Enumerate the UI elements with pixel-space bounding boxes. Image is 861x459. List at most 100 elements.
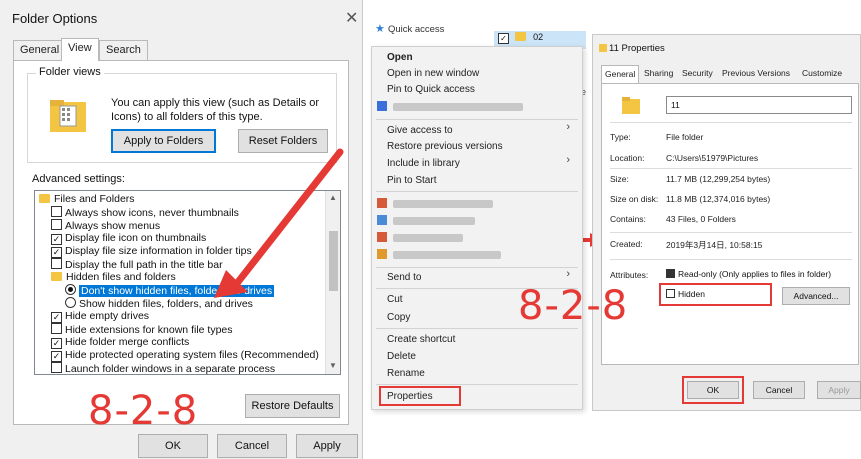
tree-checkbox-option[interactable]: ✓ Hide folder merge conflicts — [51, 336, 189, 349]
folder-views-description: You can apply this view (such as Details… — [111, 97, 320, 123]
tab-general[interactable]: General — [601, 65, 640, 84]
tree-checkbox-option[interactable]: Hide extensions for known file types — [51, 323, 233, 336]
quick-access-item[interactable]: ★ Quick access — [375, 22, 444, 35]
tree-option-label: Files and Folders — [54, 193, 135, 205]
location-label: Location: — [610, 153, 645, 163]
checkbox-icon[interactable] — [51, 258, 62, 269]
tree-checkbox-option[interactable]: Launch folder windows in a separate proc… — [51, 362, 276, 375]
ok-button[interactable]: OK — [138, 434, 208, 458]
menu-item-create-shortcut[interactable]: Create shortcut — [387, 332, 455, 348]
blurred-menu-item[interactable] — [377, 101, 537, 113]
contains-label: Contains: — [610, 214, 646, 224]
tab-search[interactable]: Search — [99, 40, 148, 60]
readonly-checkbox[interactable] — [666, 269, 675, 278]
menu-item-delete[interactable]: Delete — [387, 349, 416, 365]
tree-option-label: Display file size information in folder … — [65, 245, 252, 257]
tab-sharing[interactable]: Sharing — [641, 65, 676, 83]
tree-checkbox-option[interactable]: Display the full path in the title bar — [51, 258, 223, 271]
scroll-up-icon[interactable]: ▲ — [329, 193, 337, 202]
checkbox-icon[interactable] — [51, 219, 62, 230]
readonly-checkbox-row[interactable]: Read-only (Only applies to files in fold… — [666, 269, 831, 279]
menu-separator — [376, 384, 578, 385]
tab-view[interactable]: View — [61, 38, 99, 61]
checkbox-icon[interactable]: ✓ — [51, 312, 62, 323]
tree-option-label: Show hidden files, folders, and drives — [79, 298, 253, 310]
apply-button[interactable]: Apply — [296, 434, 358, 458]
apply-to-folders-button[interactable]: Apply to Folders — [111, 129, 216, 153]
checkbox-icon[interactable] — [51, 323, 62, 334]
tree-checkbox-option[interactable]: ✓ Hide protected operating system files (… — [51, 349, 319, 362]
folder-icon — [622, 97, 640, 114]
close-icon[interactable]: ✕ — [345, 8, 358, 28]
checkbox-icon[interactable] — [51, 362, 62, 373]
app-icon — [377, 215, 387, 225]
tree-radio-option[interactable]: Show hidden files, folders, and drives — [65, 297, 253, 310]
tab-security[interactable]: Security — [679, 65, 716, 83]
tree-checkbox-option[interactable]: ✓ Display file icon on thumbnails — [51, 232, 206, 245]
submenu-arrow-icon: › — [566, 268, 570, 280]
blurred-label — [393, 217, 475, 225]
tab-general[interactable]: General — [13, 40, 67, 60]
folder-icon — [39, 194, 50, 203]
menu-item-open-new-window[interactable]: Open in new window — [387, 66, 479, 82]
tree-checkbox-option[interactable]: ✓ Display file size information in folder… — [51, 245, 252, 258]
checkbox-icon[interactable]: ✓ — [51, 247, 62, 258]
menu-item-copy[interactable]: Copy — [387, 310, 410, 326]
apply-button[interactable]: Apply — [817, 381, 861, 399]
reset-folders-button[interactable]: Reset Folders — [238, 129, 328, 153]
tree-option-label: Hide folder merge conflicts — [65, 336, 190, 348]
menu-item-pin-start[interactable]: Pin to Start — [387, 173, 436, 189]
blurred-label — [393, 234, 463, 242]
ok-highlight — [682, 376, 744, 404]
blurred-label — [393, 200, 493, 208]
folder-views-legend: Folder views — [36, 66, 104, 78]
size-label: Size: — [610, 174, 629, 184]
advanced-settings-label: Advanced settings: — [32, 173, 125, 185]
tab-previous-versions[interactable]: Previous Versions — [719, 65, 793, 83]
restore-defaults-button[interactable]: Restore Defaults — [245, 394, 340, 418]
advanced-button[interactable]: Advanced... — [782, 287, 850, 305]
menu-item-send-to[interactable]: Send to — [387, 270, 421, 286]
menu-item-pin-quick-access[interactable]: Pin to Quick access — [387, 82, 475, 98]
tree-scrollbar[interactable]: ▲ ▼ — [325, 191, 340, 374]
tree-checkbox-option[interactable]: Always show icons, never thumbnails — [51, 206, 239, 219]
cancel-button[interactable]: Cancel — [753, 381, 805, 399]
tree-option-label: Launch folder windows in a separate proc… — [65, 363, 276, 375]
checkbox-icon[interactable]: ✓ — [51, 351, 62, 362]
readonly-label: Read-only (Only applies to files in fold… — [678, 269, 832, 279]
menu-item-rename[interactable]: Rename — [387, 366, 425, 382]
quick-access-label: Quick access — [387, 24, 445, 35]
checkbox-icon[interactable]: ✓ — [51, 338, 62, 349]
tree-checkbox-option[interactable]: ✓ Hide empty drives — [51, 310, 149, 323]
cancel-button[interactable]: Cancel — [217, 434, 287, 458]
menu-item-include-library[interactable]: Include in library — [387, 156, 460, 172]
tree-checkbox-option[interactable]: Always show menus — [51, 219, 160, 232]
menu-item-open[interactable]: Open — [387, 50, 413, 66]
advanced-settings-tree[interactable]: Launch folder windows in a separate proc… — [34, 190, 341, 375]
checkbox-icon[interactable]: ✓ — [51, 234, 62, 245]
tab-customize[interactable]: Customize — [799, 65, 845, 83]
row-checkbox[interactable]: ✓ — [498, 33, 509, 44]
blurred-menu-item[interactable] — [377, 198, 537, 210]
menu-item-restore-versions[interactable]: Restore previous versions — [387, 139, 503, 155]
checkbox-icon[interactable] — [51, 206, 62, 217]
folder-name-field[interactable]: 11 — [666, 96, 852, 114]
tree-option-label: Hide extensions for known file types — [65, 324, 233, 336]
tree-category: Files and Folders — [39, 193, 135, 206]
radio-icon[interactable] — [65, 284, 76, 295]
menu-separator — [376, 267, 578, 268]
blurred-menu-item[interactable] — [377, 249, 537, 261]
radio-icon[interactable] — [65, 297, 76, 308]
menu-item-cut[interactable]: Cut — [387, 292, 403, 308]
menu-separator — [376, 191, 578, 192]
blurred-menu-item[interactable] — [377, 215, 537, 227]
blurred-label — [393, 103, 523, 111]
blurred-menu-item[interactable] — [377, 232, 537, 244]
scroll-thumb[interactable] — [329, 231, 338, 291]
tree-radio-option[interactable]: Don't show hidden files, folders, or dri… — [65, 284, 275, 297]
menu-item-give-access[interactable]: Give access to — [387, 123, 453, 139]
created-value: 2019年3月14日, 10:58:15 — [666, 240, 763, 250]
folder-views-group: Folder views You can apply this view (su… — [27, 66, 337, 163]
divider — [610, 168, 852, 169]
scroll-down-icon[interactable]: ▼ — [329, 361, 337, 370]
